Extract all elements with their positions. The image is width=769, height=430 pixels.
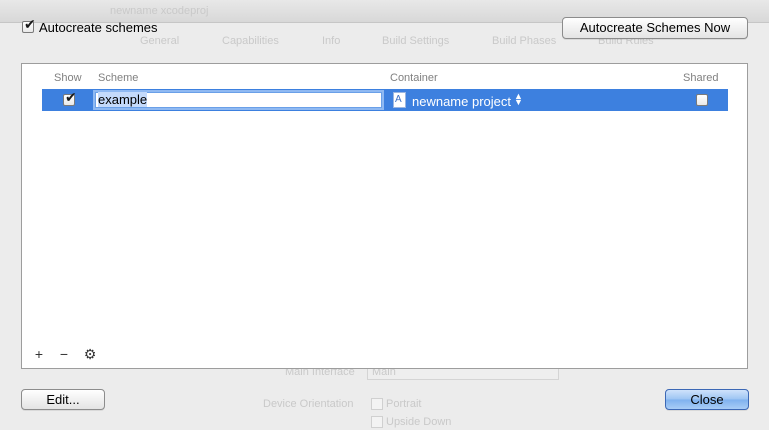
shared-checkbox[interactable] xyxy=(696,94,708,106)
gear-icon[interactable]: ⚙ xyxy=(83,346,97,363)
column-header-show[interactable]: Show xyxy=(54,72,82,84)
column-header-scheme[interactable]: Scheme xyxy=(98,72,138,84)
xcode-project-icon: A xyxy=(393,92,406,108)
autocreate-schemes-checkbox[interactable]: ✔ xyxy=(22,17,36,33)
scheme-name-field[interactable]: example xyxy=(95,92,382,108)
add-icon[interactable]: + xyxy=(32,346,46,362)
scheme-name-text: example xyxy=(98,92,148,107)
column-header-shared[interactable]: Shared xyxy=(683,72,718,84)
container-popup[interactable]: Anewname project ▲ ▼ xyxy=(393,91,523,109)
table-row[interactable]: ✔ example Anewname project ▲ ▼ xyxy=(42,89,728,111)
show-checkbox[interactable]: ✔ xyxy=(63,90,77,106)
edit-button[interactable]: Edit... xyxy=(21,389,105,410)
popup-arrows-icon: ▲ ▼ xyxy=(514,91,523,107)
container-label: newname project xyxy=(412,94,511,109)
schemes-table: Show Scheme Container Shared ✔ example A… xyxy=(21,63,748,369)
checkmark-icon: ✔ xyxy=(65,90,77,106)
column-header-container[interactable]: Container xyxy=(390,72,438,84)
close-button[interactable]: Close xyxy=(665,389,749,410)
remove-icon[interactable]: − xyxy=(57,346,71,362)
checkmark-icon: ✔ xyxy=(24,17,36,33)
manage-schemes-sheet: ✔ Autocreate schemes Autocreate Schemes … xyxy=(0,0,769,430)
autocreate-schemes-label: Autocreate schemes xyxy=(39,20,158,35)
autocreate-schemes-now-button[interactable]: Autocreate Schemes Now xyxy=(562,17,748,39)
